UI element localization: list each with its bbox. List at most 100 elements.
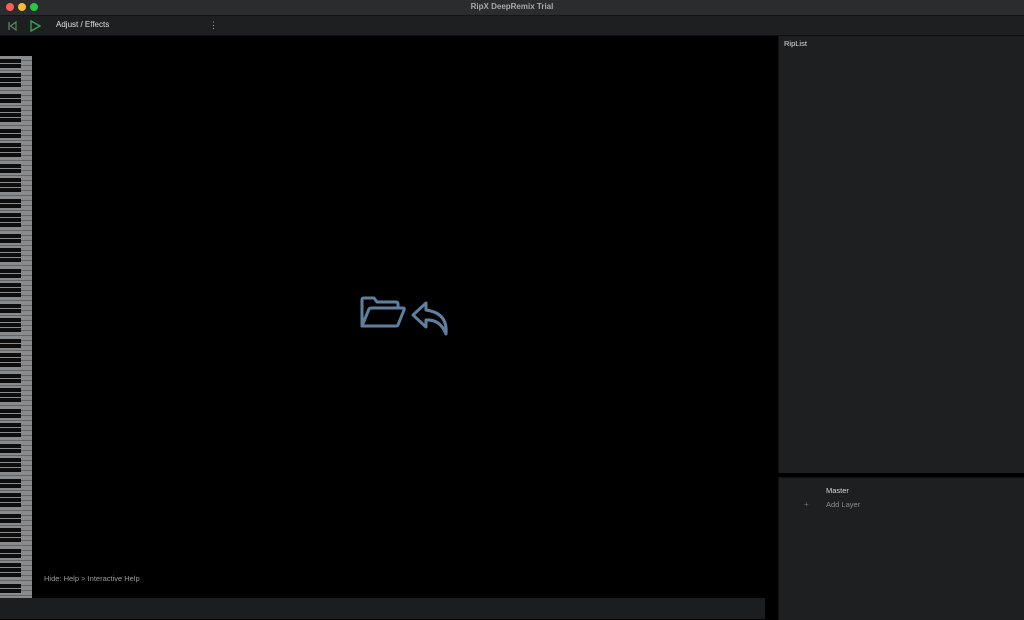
open-folder-icon[interactable] [360,296,406,330]
piano-black-key[interactable] [0,169,21,173]
play-icon [30,19,41,32]
piano-black-key[interactable] [0,549,21,553]
play-button[interactable] [28,19,42,32]
piano-black-key[interactable] [0,449,21,453]
layers-panel: Master + Add Layer [778,477,1024,620]
skip-to-start-icon [8,20,17,31]
piano-black-key[interactable] [0,554,21,558]
piano-black-key[interactable] [0,94,21,98]
piano-black-key[interactable] [0,204,21,208]
piano-black-key[interactable] [0,318,21,322]
piano-black-key[interactable] [0,73,21,77]
piano-black-key[interactable] [0,304,21,308]
piano-black-key[interactable] [0,183,21,187]
piano-black-key[interactable] [0,253,21,257]
piano-black-key[interactable] [0,444,21,448]
piano-black-key[interactable] [0,428,21,432]
skip-to-start-button[interactable] [5,19,19,32]
piano-black-key[interactable] [0,503,21,507]
piano-black-key[interactable] [0,328,21,332]
piano-black-key[interactable] [0,78,21,82]
vertical-ellipsis-icon[interactable]: ⋮ [209,19,218,32]
piano-black-key[interactable] [0,288,21,292]
piano-black-key[interactable] [0,108,21,112]
add-layer-label: Add Layer [826,499,861,509]
piano-black-key[interactable] [0,589,21,593]
piano-black-key[interactable] [0,309,21,313]
piano-black-key[interactable] [0,323,21,327]
piano-black-key[interactable] [0,223,21,227]
piano-black-key[interactable] [0,129,21,133]
piano-black-key[interactable] [0,388,21,392]
help-hint[interactable]: Hide: Help > Interactive Help [44,574,140,583]
piano-black-key[interactable] [0,519,21,523]
window-title: RipX DeepRemix Trial [470,2,554,11]
piano-black-key[interactable] [0,414,21,418]
piano-black-key[interactable] [0,493,21,497]
piano-black-key[interactable] [0,283,21,287]
piano-black-key[interactable] [0,374,21,378]
piano-black-key[interactable] [0,398,21,402]
plus-icon: + [804,499,809,509]
piano-black-key[interactable] [0,218,21,222]
piano-black-key[interactable] [0,344,21,348]
piano-black-key[interactable] [0,484,21,488]
adjust-effects-menu[interactable]: Adjust / Effects [56,20,109,29]
piano-black-key[interactable] [0,514,21,518]
piano-black-key[interactable] [0,274,21,278]
editor-canvas[interactable]: Hide: Help > Interactive Help [0,36,778,619]
riplist-title: RipList [784,39,807,48]
undo-arrow-icon[interactable] [410,300,452,338]
piano-black-key[interactable] [0,584,21,588]
timeline-strip[interactable] [0,598,765,619]
piano-black-key[interactable] [0,64,21,68]
piano-black-key[interactable] [0,118,21,122]
piano-black-key[interactable] [0,479,21,483]
piano-keyboard[interactable] [0,56,32,614]
window-titlebar: RipX DeepRemix Trial [0,0,1024,16]
riplist-panel: RipList [778,36,1024,473]
piano-black-key[interactable] [0,178,21,182]
piano-black-key[interactable] [0,393,21,397]
empty-state-actions [360,296,455,340]
piano-black-key[interactable] [0,269,21,273]
piano-black-key[interactable] [0,239,21,243]
piano-black-key[interactable] [0,538,21,542]
piano-black-key[interactable] [0,143,21,147]
piano-black-key[interactable] [0,528,21,532]
add-layer-button[interactable]: + Add Layer [804,498,860,510]
piano-black-key[interactable] [0,358,21,362]
piano-black-key[interactable] [0,148,21,152]
piano-black-key[interactable] [0,433,21,437]
piano-black-key[interactable] [0,188,21,192]
piano-black-key[interactable] [0,468,21,472]
piano-black-key[interactable] [0,59,21,63]
piano-black-key[interactable] [0,498,21,502]
piano-black-key[interactable] [0,379,21,383]
piano-black-key[interactable] [0,164,21,168]
piano-black-key[interactable] [0,458,21,462]
piano-black-key[interactable] [0,293,21,297]
piano-black-key[interactable] [0,363,21,367]
piano-black-key[interactable] [0,153,21,157]
piano-black-key[interactable] [0,213,21,217]
piano-black-key[interactable] [0,339,21,343]
piano-black-key[interactable] [0,353,21,357]
toolbar: Adjust / Effects ⋮ [0,16,1024,36]
piano-black-key[interactable] [0,533,21,537]
piano-black-key[interactable] [0,199,21,203]
piano-black-key[interactable] [0,568,21,572]
piano-black-key[interactable] [0,99,21,103]
piano-black-key[interactable] [0,573,21,577]
piano-black-key[interactable] [0,134,21,138]
master-layer-label[interactable]: Master [826,486,849,495]
piano-black-key[interactable] [0,234,21,238]
piano-black-key[interactable] [0,83,21,87]
piano-black-key[interactable] [0,463,21,467]
piano-black-key[interactable] [0,248,21,252]
piano-black-key[interactable] [0,423,21,427]
piano-black-key[interactable] [0,409,21,413]
piano-black-key[interactable] [0,113,21,117]
piano-black-key[interactable] [0,563,21,567]
piano-black-key[interactable] [0,258,21,262]
